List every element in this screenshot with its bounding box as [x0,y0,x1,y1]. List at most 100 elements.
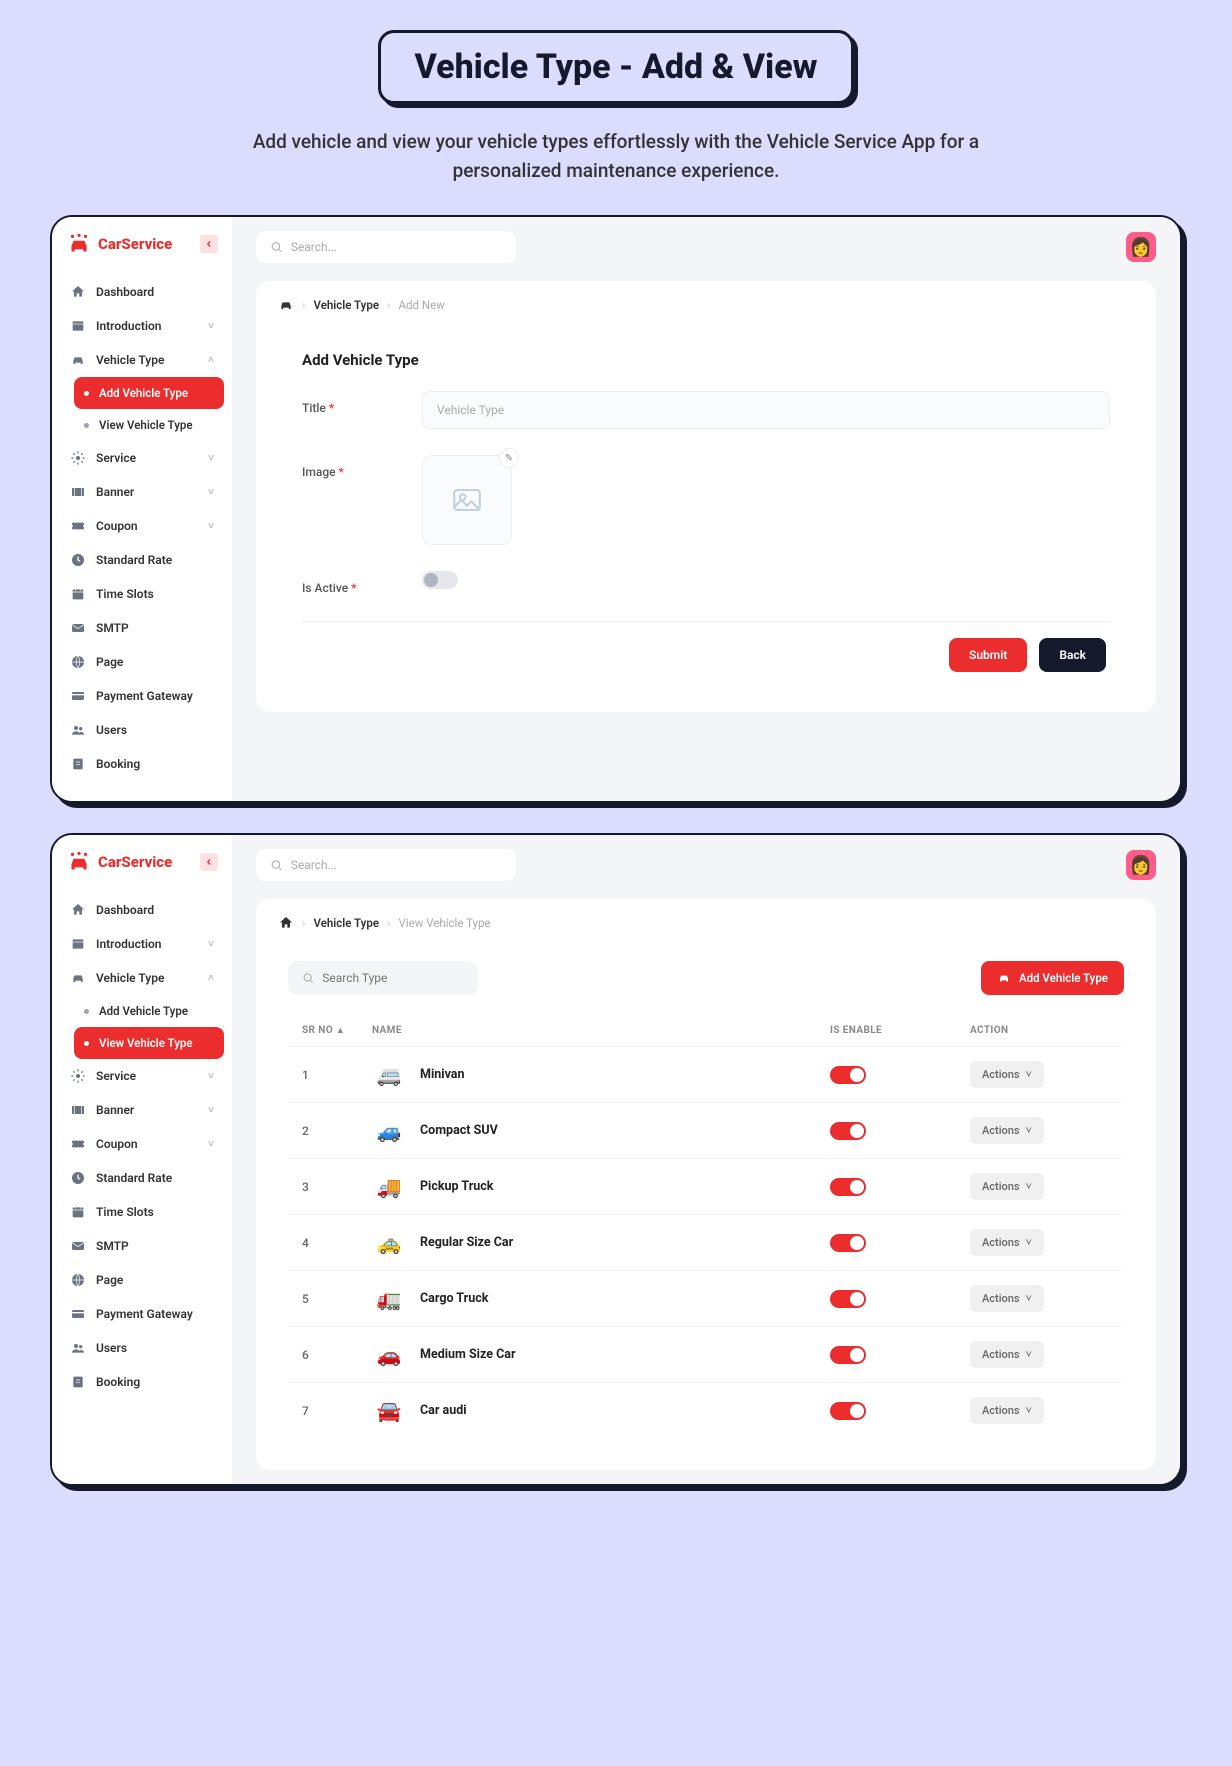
nav-page[interactable]: Page [60,1263,224,1297]
nav-time-slots[interactable]: Time Slots [60,1195,224,1229]
nav-smtp[interactable]: SMTP [60,1229,224,1263]
nav-dashboard[interactable]: Dashboard [60,275,224,309]
search-input[interactable] [291,240,502,254]
nav-booking[interactable]: Booking [60,1365,224,1399]
brand-logo-icon [66,231,92,257]
col-action: ACTION [970,1025,1110,1036]
nav-service[interactable]: Service˅ [60,1059,224,1093]
banner-icon [70,1102,86,1118]
table-row: 4🚕Regular Size CarActions ˅ [288,1214,1124,1270]
nav-banner[interactable]: Banner˅ [60,1093,224,1127]
chevron-up-icon: ˄ [208,973,214,984]
payment-icon [70,688,86,704]
chevron-down-icon: ˅ [208,487,214,498]
nav-standard-rate[interactable]: Standard Rate [60,543,224,577]
image-placeholder-icon [447,483,487,517]
chevron-down-icon: ˅ [208,1139,214,1150]
enable-toggle[interactable] [830,1122,866,1140]
nav-page[interactable]: Page [60,645,224,679]
nav-standard-rate[interactable]: Standard Rate [60,1161,224,1195]
title-input[interactable] [422,391,1110,429]
nav-users[interactable]: Users [60,1331,224,1365]
table-row: 6🚗Medium Size CarActions ˅ [288,1326,1124,1382]
user-avatar[interactable]: 👩 [1126,850,1156,880]
nav-vehicle-type[interactable]: Vehicle Type˄ [60,343,224,377]
chevron-right-icon: › [302,916,305,930]
chevron-down-icon: ˅ [208,939,214,950]
nav-view-vehicle-type[interactable]: View Vehicle Type [74,409,224,441]
nav-banner[interactable]: Banner˅ [60,475,224,509]
car-icon [70,352,86,368]
vehicle-thumb-icon: 🚕 [372,1230,406,1256]
table-row: 1🚐MinivanActions ˅ [288,1046,1124,1102]
search-type-input[interactable] [322,971,464,985]
global-search[interactable] [256,849,516,881]
breadcrumb-vehicle-type[interactable]: Vehicle Type [313,298,379,312]
content-card: › Vehicle Type › View Vehicle Type [256,899,1156,1470]
enable-toggle[interactable] [830,1346,866,1364]
enable-toggle[interactable] [830,1402,866,1420]
sr-no: 5 [302,1292,372,1306]
users-icon [70,1340,86,1356]
users-icon [70,722,86,738]
enable-toggle[interactable] [830,1178,866,1196]
screenshot-view: CarService DashboardIntroduction˅Vehicle… [50,833,1182,1486]
col-name[interactable]: NAME [372,1025,830,1036]
vehicle-thumb-icon: 🚘 [372,1398,406,1424]
nav-payment-gateway[interactable]: Payment Gateway [60,1297,224,1331]
search-type-box[interactable] [288,961,478,995]
sr-no: 3 [302,1180,372,1194]
breadcrumb-vehicle-type[interactable]: Vehicle Type [313,916,379,930]
chevron-right-icon: › [387,298,390,312]
actions-dropdown[interactable]: Actions ˅ [970,1117,1044,1144]
nav-payment-gateway[interactable]: Payment Gateway [60,679,224,713]
search-input[interactable] [291,858,502,872]
nav-users[interactable]: Users [60,713,224,747]
title-label: Title [302,401,326,415]
user-avatar[interactable]: 👩 [1126,232,1156,262]
submit-button[interactable]: Submit [949,638,1027,672]
actions-dropdown[interactable]: Actions ˅ [970,1173,1044,1200]
nav-dashboard[interactable]: Dashboard [60,893,224,927]
chevron-down-icon: ˅ [1026,1236,1032,1249]
global-search[interactable] [256,231,516,263]
add-vehicle-type-button[interactable]: Add Vehicle Type [981,961,1124,995]
rate-icon [70,1170,86,1186]
col-enable: IS ENABLE [830,1025,970,1036]
sidebar-collapse-button[interactable] [200,235,218,253]
nav-view-vehicle-type[interactable]: View Vehicle Type [74,1027,224,1059]
nav-smtp[interactable]: SMTP [60,611,224,645]
image-upload[interactable]: ✎ [422,455,512,545]
nav-add-vehicle-type[interactable]: Add Vehicle Type [74,377,224,409]
vehicle-name: Regular Size Car [420,1235,513,1250]
edit-image-icon[interactable]: ✎ [499,448,519,468]
enable-toggle[interactable] [830,1290,866,1308]
col-sr[interactable]: SR NO ▲ [302,1025,372,1036]
rate-icon [70,552,86,568]
enable-toggle[interactable] [830,1066,866,1084]
car-icon [70,970,86,986]
nav-booking[interactable]: Booking [60,747,224,781]
nav-introduction[interactable]: Introduction˅ [60,927,224,961]
back-button[interactable]: Back [1039,638,1106,672]
chevron-down-icon: ˅ [1026,1348,1032,1361]
breadcrumb-current: Add New [399,298,445,312]
nav-introduction[interactable]: Introduction˅ [60,309,224,343]
actions-dropdown[interactable]: Actions ˅ [970,1397,1044,1424]
enable-toggle[interactable] [830,1234,866,1252]
sidebar-collapse-button[interactable] [200,853,218,871]
actions-dropdown[interactable]: Actions ˅ [970,1341,1044,1368]
vehicle-name: Pickup Truck [420,1179,493,1194]
nav-vehicle-type[interactable]: Vehicle Type˄ [60,961,224,995]
nav-service[interactable]: Service˅ [60,441,224,475]
intro-icon [70,936,86,952]
is-active-toggle[interactable] [422,571,458,589]
nav-coupon[interactable]: Coupon˅ [60,509,224,543]
nav-coupon[interactable]: Coupon˅ [60,1127,224,1161]
actions-dropdown[interactable]: Actions ˅ [970,1061,1044,1088]
nav-time-slots[interactable]: Time Slots [60,577,224,611]
actions-dropdown[interactable]: Actions ˅ [970,1229,1044,1256]
actions-dropdown[interactable]: Actions ˅ [970,1285,1044,1312]
nav-add-vehicle-type[interactable]: Add Vehicle Type [74,995,224,1027]
chevron-right-icon: › [387,916,390,930]
